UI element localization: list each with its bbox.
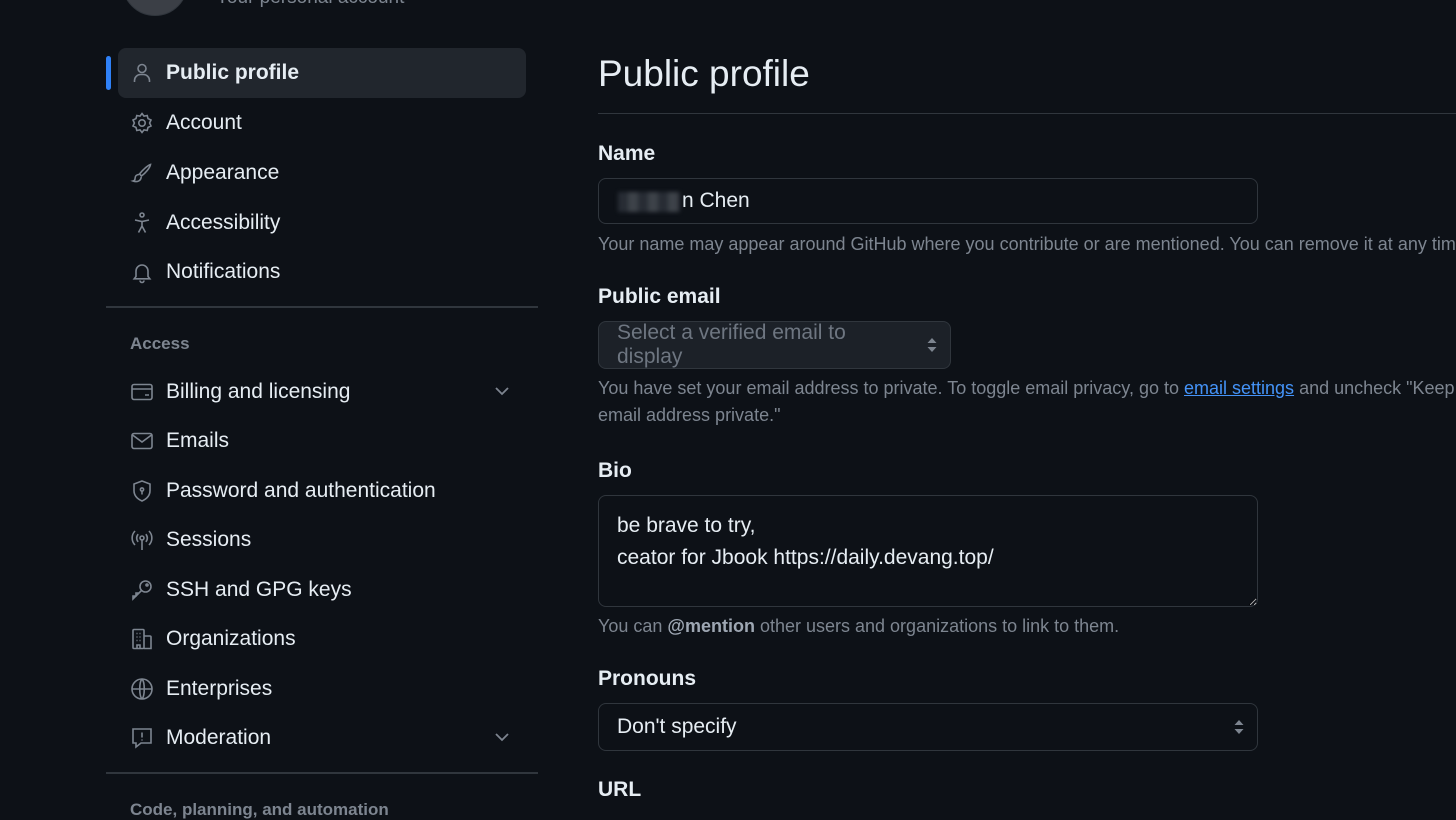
sidebar-item-label: SSH and GPG keys <box>166 578 352 601</box>
sidebar-item-emails[interactable]: Emails <box>118 416 526 466</box>
sidebar-item-label: Sessions <box>166 528 252 551</box>
shield-lock-icon <box>130 479 154 503</box>
sidebar-item-password[interactable]: Password and authentication <box>118 466 526 516</box>
sidebar-item-label: Public profile <box>166 61 300 84</box>
section-heading-code: Code, planning, and automation <box>130 800 389 819</box>
public-email-help-text-line2: email address private." <box>598 405 781 425</box>
select-arrows-icon <box>927 338 937 352</box>
sidebar-item-organizations[interactable]: Organizations <box>118 614 526 664</box>
name-field-wrapper <box>598 178 1258 224</box>
sidebar-item-label: Notifications <box>166 260 281 283</box>
sidebar-item-moderation[interactable]: Moderation <box>118 713 526 763</box>
bio-textarea[interactable] <box>598 495 1258 607</box>
sidebar-item-ssh-gpg[interactable]: SSH and GPG keys <box>118 565 526 615</box>
public-email-placeholder: Select a verified email to display <box>617 321 846 368</box>
organization-icon <box>130 627 154 651</box>
person-icon <box>130 61 154 85</box>
mention-hint: @mention <box>667 616 755 636</box>
bio-label: Bio <box>598 459 632 482</box>
chevron-down-icon[interactable] <box>492 727 512 747</box>
sidebar-divider <box>106 772 538 774</box>
title-divider <box>598 113 1456 114</box>
public-email-select[interactable]: Select a verified email to display <box>598 321 951 369</box>
email-settings-link[interactable]: email settings <box>1184 378 1294 398</box>
sidebar-item-enterprises[interactable]: Enterprises <box>118 664 526 714</box>
sidebar-item-label: Password and authentication <box>166 479 436 502</box>
name-input[interactable] <box>598 178 1258 224</box>
sidebar-item-label: Billing and licensing <box>166 380 351 403</box>
chevron-down-icon[interactable] <box>492 381 512 401</box>
public-email-label: Public email <box>598 285 721 308</box>
sidebar-item-accessibility[interactable]: Accessibility <box>118 198 526 248</box>
settings-sidebar: Public profile Account Appearance Access… <box>106 0 538 819</box>
sidebar-item-label: Enterprises <box>166 677 273 700</box>
key-icon <box>130 578 154 602</box>
sidebar-item-label: Emails <box>166 429 230 452</box>
sidebar-item-billing[interactable]: Billing and licensing <box>118 367 526 417</box>
active-indicator <box>106 56 111 90</box>
globe-icon <box>130 677 154 701</box>
sidebar-item-label: Organizations <box>166 627 296 650</box>
sidebar-divider <box>106 306 538 308</box>
public-profile-form: Public profile Name Your name may appear… <box>598 0 1456 814</box>
sidebar-item-notifications[interactable]: Notifications <box>118 247 526 297</box>
page-title: Public profile <box>598 53 810 94</box>
public-email-help-text: You have set your email address to priva… <box>598 378 1456 398</box>
sidebar-item-public-profile[interactable]: Public profile <box>106 48 526 98</box>
bio-help-text: You can @mention other users and organiz… <box>598 616 1120 636</box>
pronouns-select[interactable]: Don't specify <box>598 703 1258 751</box>
sidebar-item-sessions[interactable]: Sessions <box>118 515 526 565</box>
pronouns-label: Pronouns <box>598 667 696 690</box>
name-help-text: Your name may appear around GitHub where… <box>598 234 1456 254</box>
sidebar-item-account[interactable]: Account <box>118 98 526 148</box>
select-arrows-icon <box>1234 720 1244 734</box>
sidebar-item-label: Account <box>166 111 242 134</box>
redacted-name-part <box>618 192 680 212</box>
gear-icon <box>130 111 154 135</box>
pronouns-selected-value: Don't specify <box>617 715 737 738</box>
name-label: Name <box>598 142 656 165</box>
sidebar-item-label: Appearance <box>166 161 280 184</box>
section-heading-access: Access <box>130 334 190 353</box>
credit-card-icon <box>130 380 154 404</box>
report-icon <box>130 726 154 750</box>
sidebar-item-appearance[interactable]: Appearance <box>118 148 526 198</box>
bell-icon <box>130 260 154 284</box>
url-label: URL <box>598 778 642 801</box>
mail-icon <box>130 429 154 453</box>
paintbrush-icon <box>130 161 154 185</box>
sidebar-item-label: Moderation <box>166 726 272 749</box>
sidebar-item-label: Accessibility <box>166 211 281 234</box>
accessibility-icon <box>130 211 154 235</box>
broadcast-icon <box>130 528 154 552</box>
